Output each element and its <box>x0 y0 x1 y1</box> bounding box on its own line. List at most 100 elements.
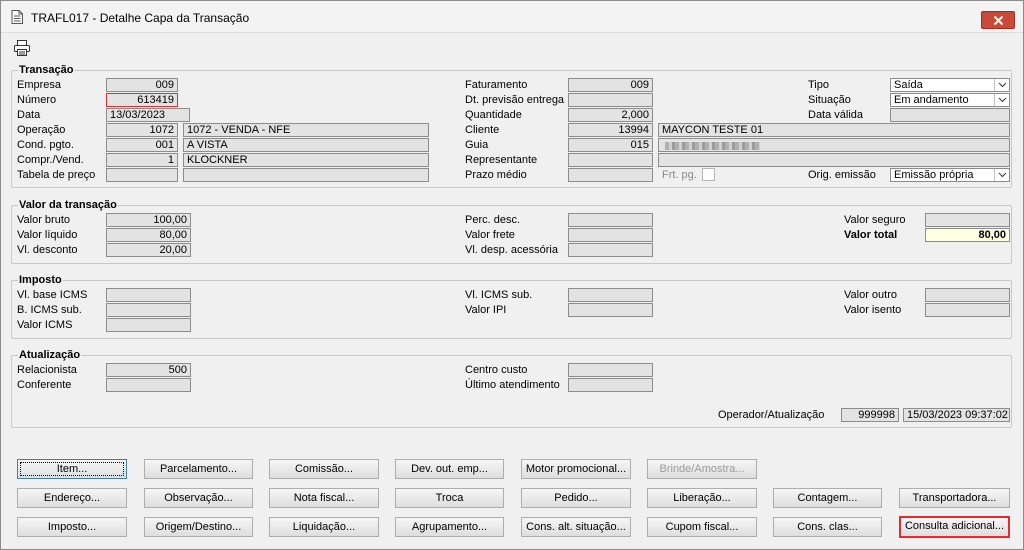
compr-vend-desc-field[interactable]: KLOCKNER <box>183 153 429 167</box>
vl-desconto-field[interactable]: 20,00 <box>106 243 191 257</box>
guia-name-field[interactable] <box>658 138 1010 152</box>
comissao-button[interactable]: Comissão... <box>269 459 379 479</box>
relacionista-field[interactable]: 500 <box>106 363 191 377</box>
cupom-fiscal-button[interactable]: Cupom fiscal... <box>647 517 757 537</box>
redacted-text <box>665 142 760 150</box>
valor-outro-label: Valor outro <box>844 289 897 301</box>
printer-icon[interactable] <box>13 39 31 57</box>
situacao-dropdown-button[interactable] <box>994 94 1009 106</box>
chevron-down-icon <box>998 97 1007 103</box>
cons-clas-button[interactable]: Cons. clas... <box>773 517 882 537</box>
cond-pgto-label: Cond. pgto. <box>17 139 74 151</box>
situacao-select[interactable]: Em andamento <box>890 93 1010 107</box>
cliente-code-field[interactable]: 13994 <box>568 123 653 137</box>
pedido-button-label: Pedido... <box>554 492 598 504</box>
tipo-dropdown-button[interactable] <box>994 79 1009 91</box>
dev-out-emp-button[interactable]: Dev. out. emp... <box>395 459 504 479</box>
centro-custo-field[interactable] <box>568 363 653 377</box>
transaction-detail-window: TRAFL017 - Detalhe Capa da Transação Tra… <box>0 0 1024 550</box>
prazo-medio-field[interactable] <box>568 168 653 182</box>
orig-emissao-select[interactable]: Emissão própria <box>890 168 1010 182</box>
perc-desc-field[interactable] <box>568 213 653 227</box>
data-atualizacao-field[interactable]: 15/03/2023 09:37:02 <box>903 408 1010 422</box>
valor-total-field[interactable]: 80,00 <box>925 228 1010 242</box>
imposto-button[interactable]: Imposto... <box>17 517 127 537</box>
valor-seguro-label: Valor seguro <box>844 214 906 226</box>
origem-destino-button[interactable]: Origem/Destino... <box>144 517 253 537</box>
liberacao-button[interactable]: Liberação... <box>647 488 757 508</box>
dev-out-emp-button-label: Dev. out. emp... <box>411 463 488 475</box>
observacao-button[interactable]: Observação... <box>144 488 253 508</box>
item-button[interactable]: Item... <box>17 459 127 479</box>
data-valida-field[interactable] <box>890 108 1010 122</box>
contagem-button[interactable]: Contagem... <box>773 488 882 508</box>
motor-promocional-button[interactable]: Motor promocional... <box>521 459 631 479</box>
valor-outro-field[interactable] <box>925 288 1010 302</box>
situacao-label: Situação <box>808 94 851 106</box>
empresa-field[interactable]: 009 <box>106 78 178 92</box>
b-icms-sub-field[interactable] <box>106 303 191 317</box>
ultimo-atendimento-field[interactable] <box>568 378 653 392</box>
brinde-amostra-button-label: Brinde/Amostra... <box>659 463 745 475</box>
operacao-code-field[interactable]: 1072 <box>106 123 178 137</box>
valor-ipi-field[interactable] <box>568 303 653 317</box>
guia-code-field[interactable]: 015 <box>568 138 653 152</box>
quantidade-field[interactable]: 2,000 <box>568 108 653 122</box>
parcelamento-button[interactable]: Parcelamento... <box>144 459 253 479</box>
cons-alt-situacao-button[interactable]: Cons. alt. situação... <box>521 517 631 537</box>
empresa-label: Empresa <box>17 79 62 91</box>
tabela-preco-code-field[interactable] <box>106 168 178 182</box>
cupom-fiscal-button-label: Cupom fiscal... <box>665 521 739 533</box>
representante-name-field[interactable] <box>658 153 1010 167</box>
situacao-value: Em andamento <box>894 94 969 106</box>
operacao-label: Operação <box>17 124 66 136</box>
vl-base-icms-field[interactable] <box>106 288 191 302</box>
faturamento-field[interactable]: 009 <box>568 78 653 92</box>
troca-button[interactable]: Troca <box>395 488 504 508</box>
agrupamento-button[interactable]: Agrupamento... <box>395 517 504 537</box>
parcelamento-button-label: Parcelamento... <box>159 463 238 475</box>
cliente-name-field[interactable]: MAYCON TESTE 01 <box>658 123 1010 137</box>
tipo-select[interactable]: Saída <box>890 78 1010 92</box>
valor-icms-field[interactable] <box>106 318 191 332</box>
numero-field[interactable]: 613419 <box>106 93 178 107</box>
valor-frete-field[interactable] <box>568 228 653 242</box>
close-button[interactable] <box>981 11 1015 29</box>
transportadora-button[interactable]: Transportadora... <box>899 488 1010 508</box>
representante-code-field[interactable] <box>568 153 653 167</box>
pedido-button[interactable]: Pedido... <box>521 488 631 508</box>
valor-isento-label: Valor isento <box>844 304 902 316</box>
valor-bruto-field[interactable]: 100,00 <box>106 213 191 227</box>
operador-atualizacao-label: Operador/Atualização <box>718 409 825 421</box>
orig-emissao-dropdown-button[interactable] <box>994 169 1009 181</box>
valor-seguro-field[interactable] <box>925 213 1010 227</box>
valor-isento-field[interactable] <box>925 303 1010 317</box>
troca-button-label: Troca <box>435 492 464 504</box>
centro-custo-label: Centro custo <box>465 364 528 376</box>
operador-field[interactable]: 999998 <box>841 408 899 422</box>
cond-pgto-desc-field[interactable]: A VISTA <box>183 138 429 152</box>
valor-frete-label: Valor frete <box>465 229 515 241</box>
contagem-button-label: Contagem... <box>797 492 858 504</box>
tabela-preco-desc-field[interactable] <box>183 168 429 182</box>
valor-liquido-field[interactable]: 80,00 <box>106 228 191 242</box>
dt-previsao-field[interactable] <box>568 93 653 107</box>
perc-desc-label: Perc. desc. <box>465 214 521 226</box>
endereco-button-label: Endereço... <box>43 492 101 504</box>
brinde-amostra-button: Brinde/Amostra... <box>647 459 757 479</box>
cond-pgto-code-field[interactable]: 001 <box>106 138 178 152</box>
operacao-desc-field[interactable]: 1072 - VENDA - NFE <box>183 123 429 137</box>
valor-ipi-label: Valor IPI <box>465 304 507 316</box>
vl-desp-acessoria-field[interactable] <box>568 243 653 257</box>
compr-vend-code-field[interactable]: 1 <box>106 153 178 167</box>
liquidacao-button[interactable]: Liquidação... <box>269 517 379 537</box>
vl-icms-sub-field[interactable] <box>568 288 653 302</box>
data-field[interactable]: 13/03/2023 <box>106 108 190 122</box>
endereco-button[interactable]: Endereço... <box>17 488 127 508</box>
faturamento-label: Faturamento <box>465 79 528 91</box>
consulta-adicional-button[interactable]: Consulta adicional... <box>899 516 1010 538</box>
comissao-button-label: Comissão... <box>294 463 354 475</box>
conferente-field[interactable] <box>106 378 191 392</box>
frt-pg-checkbox[interactable] <box>702 168 715 181</box>
nota-fiscal-button[interactable]: Nota fiscal... <box>269 488 379 508</box>
